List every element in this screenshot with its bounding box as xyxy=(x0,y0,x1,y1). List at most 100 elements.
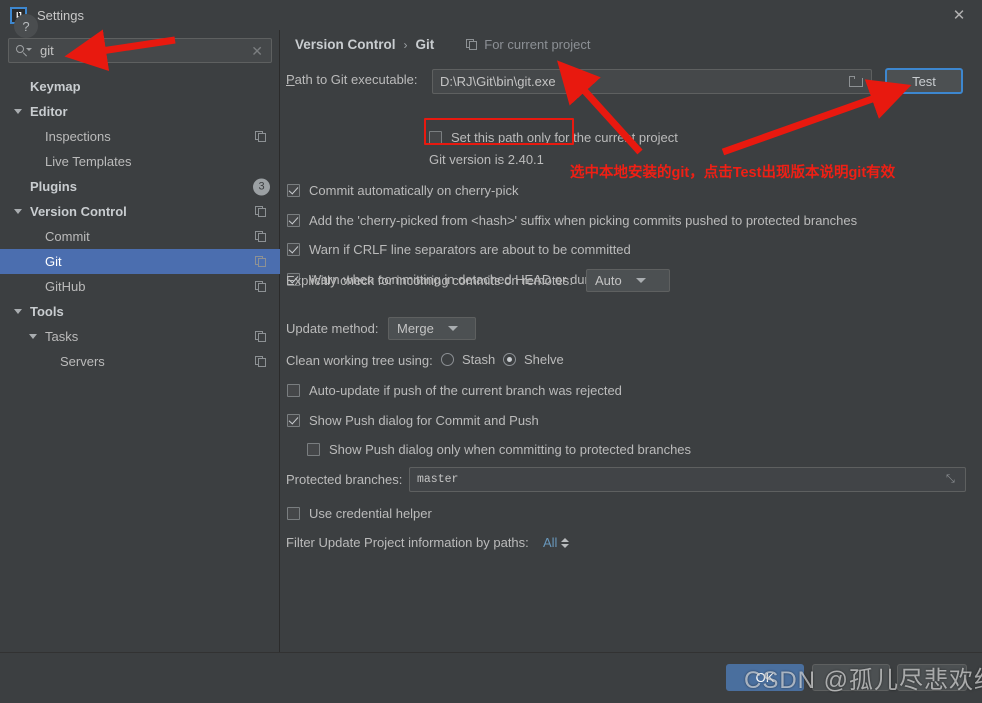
checkbox-warn-crlf-label: Warn if CRLF line separators are about t… xyxy=(309,242,631,257)
scope-label: For current project xyxy=(484,37,591,52)
sidebar-item-commit[interactable]: Commit xyxy=(0,224,280,249)
checkbox-cherry-picked-suffix[interactable]: Add the 'cherry-picked from <hash>' suff… xyxy=(287,213,857,228)
breadcrumb-separator-icon: › xyxy=(403,37,408,52)
checkbox-warn-crlf-box[interactable] xyxy=(287,243,300,256)
tree-expand-arrow-icon[interactable] xyxy=(29,334,37,339)
checkbox-cherry-picked-suffix-label: Add the 'cherry-picked from <hash>' suff… xyxy=(309,213,858,228)
sidebar-item-inspections[interactable]: Inspections xyxy=(0,124,280,149)
sidebar-item-servers[interactable]: Servers xyxy=(0,349,280,374)
checkbox-show-push-dialog-protected-label: Show Push dialog only when committing to… xyxy=(329,442,692,457)
checkbox-show-push-dialog[interactable]: Show Push dialog for Commit and Push xyxy=(287,413,539,428)
copy-settings-icon[interactable] xyxy=(255,205,267,218)
checkbox-warn-crlf[interactable]: Warn if CRLF line separators are about t… xyxy=(287,242,631,257)
sidebar-item-label: GitHub xyxy=(45,279,86,294)
sidebar-item-label: Inspections xyxy=(45,129,111,144)
clean-working-tree-label: Clean working tree using: xyxy=(286,353,433,368)
incoming-commits-dropdown[interactable]: Auto xyxy=(586,269,670,292)
incoming-commits-label: Explicitly check for incoming commits on… xyxy=(286,273,573,288)
sidebar-item-tools[interactable]: Tools xyxy=(0,299,280,324)
sidebar-item-label: Version Control xyxy=(30,204,127,219)
spinner-up-down-icon[interactable] xyxy=(561,537,570,548)
project-scope-icon xyxy=(466,38,478,51)
sidebar-item-label: Tasks xyxy=(45,329,79,344)
sidebar-item-github[interactable]: GitHub xyxy=(0,274,280,299)
checkbox-auto-update[interactable]: Auto-update if push of the current branc… xyxy=(287,383,622,398)
checkbox-show-push-dialog-protected[interactable]: Show Push dialog only when committing to… xyxy=(307,442,691,457)
copy-settings-icon[interactable] xyxy=(255,355,267,368)
update-method-label: Update method: xyxy=(286,321,379,336)
breadcrumb-current: Git xyxy=(415,37,435,52)
radio-shelve-label: Shelve xyxy=(524,352,564,367)
tree-expand-arrow-icon[interactable] xyxy=(14,109,22,114)
filter-update-label: Filter Update Project information by pat… xyxy=(286,535,529,550)
expand-editor-icon[interactable]: ⤡ xyxy=(946,474,957,485)
checkbox-commit-automatically-label: Commit automatically on cherry-pick xyxy=(309,183,519,198)
tree-expand-arrow-icon[interactable] xyxy=(14,309,22,314)
filter-update-value-control[interactable]: All xyxy=(543,535,570,550)
sidebar-item-label: Editor xyxy=(30,104,68,119)
radio-stash[interactable]: Stash xyxy=(441,352,495,367)
sidebar-item-keymap[interactable]: Keymap xyxy=(0,74,280,99)
apply-button[interactable] xyxy=(897,664,967,691)
set-path-only-label: Set this path only for the current proje… xyxy=(451,130,678,145)
checkbox-show-push-dialog-protected-box[interactable] xyxy=(307,443,320,456)
git-path-input[interactable]: D:\RJ\Git\bin\git.exe xyxy=(432,69,872,94)
settings-dialog: IJ Settings ✕ ✕ Keymap Editor Inspections L… xyxy=(0,0,982,703)
scope-indicator: For current project xyxy=(466,37,590,52)
help-button[interactable]: ? xyxy=(14,14,38,38)
git-path-value: D:\RJ\Git\bin\git.exe xyxy=(440,74,556,89)
search-input[interactable] xyxy=(38,42,252,59)
search-field[interactable]: ✕ xyxy=(8,38,272,63)
incoming-commits-value: Auto xyxy=(595,273,622,288)
radio-shelve-button[interactable] xyxy=(503,353,516,366)
checkbox-cherry-picked-suffix-box[interactable] xyxy=(287,214,300,227)
sidebar-item-label: Commit xyxy=(45,229,90,244)
git-path-label-text: ath to Git executable: xyxy=(294,72,418,87)
breadcrumb-root[interactable]: Version Control xyxy=(295,37,396,52)
copy-settings-icon[interactable] xyxy=(255,255,267,268)
protected-branches-value: master xyxy=(417,473,459,486)
set-path-only-checkbox-box[interactable] xyxy=(429,131,442,144)
radio-stash-button[interactable] xyxy=(441,353,454,366)
settings-tree: Keymap Editor Inspections Live Templates Plu… xyxy=(0,74,280,374)
sidebar-item-version-control[interactable]: Version Control xyxy=(0,199,280,224)
git-path-label-mnemonic: P xyxy=(286,72,295,87)
git-version-text: Git version is 2.40.1 xyxy=(429,152,544,167)
chevron-down-icon xyxy=(635,278,646,283)
clear-search-icon[interactable]: ✕ xyxy=(251,44,263,58)
checkbox-auto-update-box[interactable] xyxy=(287,384,300,397)
ok-button[interactable]: OK xyxy=(726,664,804,691)
sidebar-item-tasks[interactable]: Tasks xyxy=(0,324,280,349)
update-method-dropdown[interactable]: Merge xyxy=(388,317,476,340)
copy-settings-icon[interactable] xyxy=(255,130,267,143)
git-path-label: Path to Git executable: xyxy=(286,72,418,87)
sidebar-item-live-templates[interactable]: Live Templates xyxy=(0,149,280,174)
checkbox-show-push-dialog-box[interactable] xyxy=(287,414,300,427)
sidebar-item-editor[interactable]: Editor xyxy=(0,99,280,124)
update-method-value: Merge xyxy=(397,321,434,336)
sidebar-item-label: Servers xyxy=(60,354,105,369)
test-button[interactable]: Test xyxy=(885,68,963,94)
protected-branches-label: Protected branches: xyxy=(286,472,403,487)
copy-settings-icon[interactable] xyxy=(255,230,267,243)
copy-settings-icon[interactable] xyxy=(255,280,267,293)
protected-branches-input[interactable]: master ⤡ xyxy=(409,467,966,492)
sidebar-item-plugins[interactable]: Plugins 3 xyxy=(0,174,280,199)
set-path-only-checkbox[interactable]: Set this path only for the current proje… xyxy=(429,130,678,145)
checkbox-use-credential-helper[interactable]: Use credential helper xyxy=(287,506,432,521)
cancel-button[interactable] xyxy=(812,664,890,691)
sidebar-item-label: Tools xyxy=(30,304,64,319)
checkbox-commit-automatically[interactable]: Commit automatically on cherry-pick xyxy=(287,183,519,198)
checkbox-commit-automatically-box[interactable] xyxy=(287,184,300,197)
sidebar-item-label: Plugins xyxy=(30,179,77,194)
browse-folder-icon[interactable] xyxy=(849,76,863,87)
search-icon xyxy=(16,44,32,58)
copy-settings-icon[interactable] xyxy=(255,330,267,343)
sidebar-item-git[interactable]: Git xyxy=(0,249,280,274)
settings-sidebar: ✕ Keymap Editor Inspections Live Templates P… xyxy=(0,30,280,652)
tree-expand-arrow-icon[interactable] xyxy=(14,209,22,214)
radio-shelve[interactable]: Shelve xyxy=(503,352,564,367)
checkbox-use-credential-helper-box[interactable] xyxy=(287,507,300,520)
checkbox-show-push-dialog-label: Show Push dialog for Commit and Push xyxy=(309,413,539,428)
close-icon[interactable]: ✕ xyxy=(936,0,982,30)
